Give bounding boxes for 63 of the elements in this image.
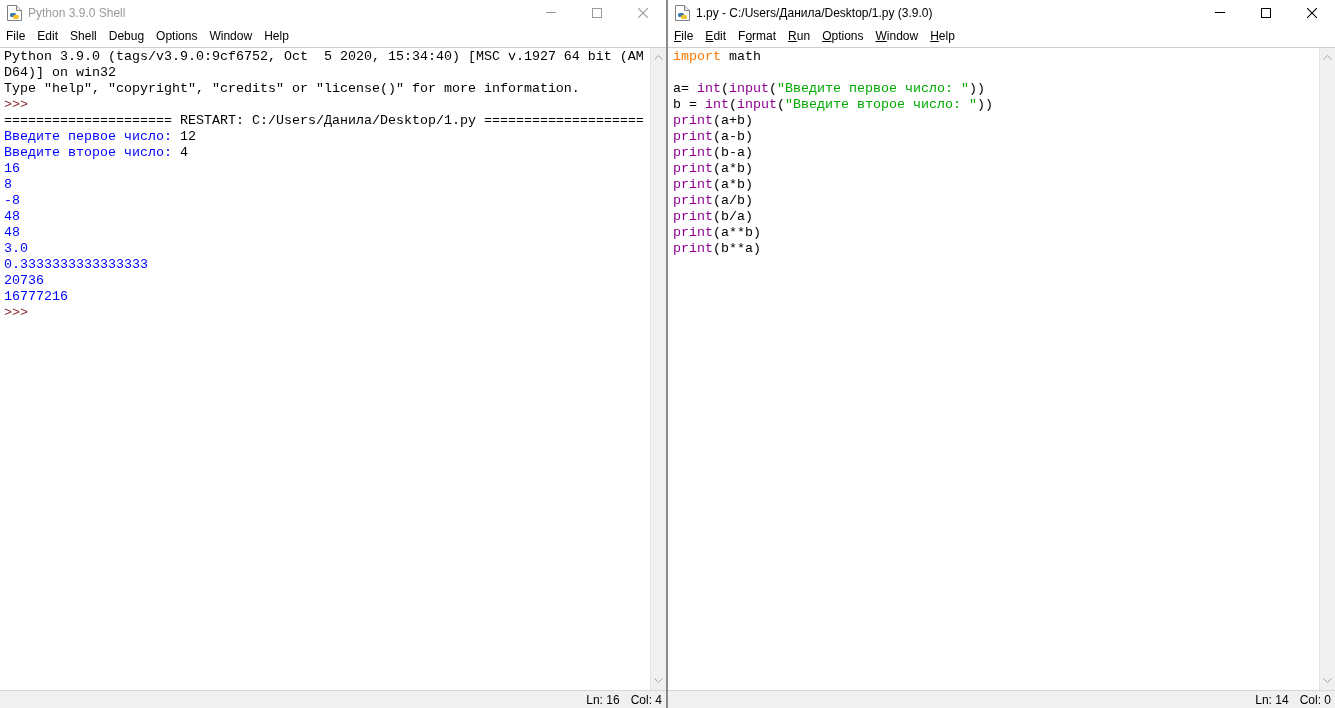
menu-item[interactable]: Format: [732, 29, 783, 43]
shell-line: Python 3.9.0 (tags/v3.9.0:9cf6752, Oct 5 2020, 15:34:40) [MSC v.1927 64 bit (AM: [4, 49, 644, 65]
shell-line: 16: [4, 161, 20, 177]
window-title: 1.py - C:/Users/Данила/Desktop/1.py (3.9.0): [696, 5, 934, 20]
code-line: b = int(input("Введите второе число: ")): [673, 97, 993, 113]
menu-item[interactable]: Help: [258, 29, 295, 43]
maximize-icon: [592, 7, 602, 18]
shell-line: ===================== RESTART: C:/Users/Данила/Desktop/1.py ====================: [4, 113, 644, 129]
code-line: print(a/b): [673, 193, 753, 209]
shell-line: 3.0: [4, 241, 28, 257]
shell-line: 8: [4, 177, 12, 193]
close-icon: [638, 7, 648, 18]
code-line: print(a*b): [673, 161, 753, 177]
shell-line: 48: [4, 209, 20, 225]
code-line: print(a-b): [673, 129, 753, 145]
shell-line: Введите второе число: 4: [4, 145, 188, 161]
menu-item[interactable]: File: [0, 29, 32, 43]
cursor-line-label: Ln: 14: [1255, 692, 1289, 707]
shell-line: 20736: [4, 273, 44, 289]
file-icon: [7, 4, 22, 21]
shell-line: 48: [4, 225, 20, 241]
code-line: print(b**a): [673, 241, 761, 257]
shell-line: >>>: [4, 97, 28, 113]
menu-item[interactable]: Edit: [699, 29, 733, 43]
menu-item[interactable]: Window: [203, 29, 259, 43]
menu-item[interactable]: Help: [924, 29, 961, 43]
chevron-up-icon[interactable]: [654, 55, 663, 60]
minimize-icon: [546, 12, 556, 13]
menu-item[interactable]: Run: [782, 29, 817, 43]
code-line: import math: [673, 49, 761, 65]
menu-item[interactable]: Shell: [64, 29, 103, 43]
cursor-column-label: Col: 4: [630, 692, 662, 707]
cursor-column-label: Col: 0: [1299, 692, 1331, 707]
shell-line: Type "help", "copyright", "credits" or "license()" for more information.: [4, 81, 580, 97]
shell-line: -8: [4, 193, 20, 209]
menu-item[interactable]: Options: [816, 29, 870, 43]
window-title: Python 3.9.0 Shell: [28, 5, 127, 20]
minimize-icon: [1215, 12, 1225, 13]
code-line: print(a+b): [673, 113, 753, 129]
code-line: print(b/a): [673, 209, 753, 225]
code-line: a= int(input("Введите первое число: ")): [673, 81, 985, 97]
code-line: print(b-a): [673, 145, 753, 161]
menu-item[interactable]: Options: [150, 29, 204, 43]
shell-line: >>>: [4, 305, 28, 321]
shell-line: 0.3333333333333333: [4, 257, 148, 273]
shell-line: Введите первое число: 12: [4, 129, 196, 145]
maximize-icon: [1261, 7, 1271, 18]
menu-item[interactable]: Window: [869, 29, 925, 43]
close-icon: [1307, 7, 1317, 18]
file-icon: [675, 4, 690, 21]
code-line: print(a*b): [673, 177, 753, 193]
scrollbar[interactable]: [1319, 48, 1335, 690]
menu-item[interactable]: File: [668, 29, 700, 43]
chevron-down-icon[interactable]: [1323, 678, 1332, 683]
menu-item[interactable]: Edit: [31, 29, 65, 43]
menu-item[interactable]: Debug: [102, 29, 151, 43]
chevron-down-icon[interactable]: [654, 678, 663, 683]
shell-line: D64)] on win32: [4, 65, 116, 81]
scrollbar[interactable]: [650, 48, 666, 690]
shell-line: 16777216: [4, 289, 68, 305]
chevron-up-icon[interactable]: [1323, 55, 1332, 60]
cursor-line-label: Ln: 16: [586, 692, 620, 707]
code-line: print(a**b): [673, 225, 761, 241]
